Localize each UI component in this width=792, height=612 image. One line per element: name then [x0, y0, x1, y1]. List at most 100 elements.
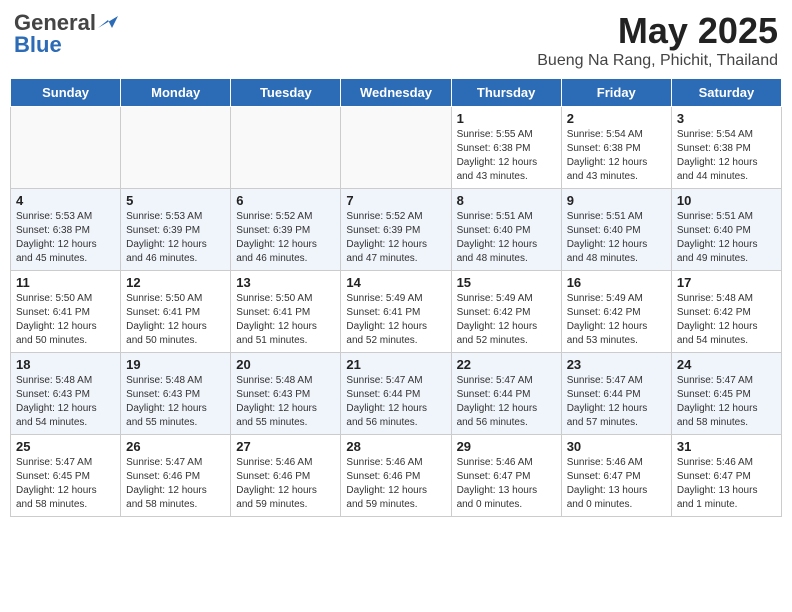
day-number: 3 [677, 111, 776, 126]
weekday-header-monday: Monday [121, 79, 231, 107]
calendar-cell: 20 Sunrise: 5:48 AM Sunset: 6:43 PM Dayli… [231, 353, 341, 435]
calendar-week-row: 4Sunrise: 5:53 AM Sunset: 6:38 PM Daylig… [11, 189, 782, 271]
day-info: Sunrise: 5:48 AM Sunset: 6:43 PM Dayligh… [236, 374, 335, 430]
calendar-cell: 5 Sunrise: 5:53 AM Sunset: 6:39 PM Daylig… [121, 189, 231, 271]
weekday-header-sunday: Sunday [11, 79, 121, 107]
day-info: Sunrise: 5:48 AM Sunset: 6:43 PM Dayligh… [16, 374, 115, 430]
calendar-cell: 30 Sunrise: 5:46 AM Sunset: 6:47 PM Dayli… [561, 435, 671, 517]
calendar-week-row: 25 Sunrise: 5:47 AM Sunset: 6:45 PM Dayli… [11, 435, 782, 517]
day-info: Sunrise: 5:54 AM Sunset: 6:38 PM Dayligh… [567, 128, 666, 184]
day-info: Sunrise: 5:53 AM Sunset: 6:38 PM Dayligh… [16, 210, 115, 266]
weekday-header-row: SundayMondayTuesdayWednesdayThursdayFrid… [11, 79, 782, 107]
calendar-cell: 15Sunrise: 5:49 AM Sunset: 6:42 PM Dayli… [451, 271, 561, 353]
day-info: Sunrise: 5:46 AM Sunset: 6:46 PM Dayligh… [346, 456, 445, 512]
calendar-cell: 14 Sunrise: 5:49 AM Sunset: 6:41 PM Dayli… [341, 271, 451, 353]
weekday-header-thursday: Thursday [451, 79, 561, 107]
calendar-cell [121, 107, 231, 189]
day-info: Sunrise: 5:49 AM Sunset: 6:42 PM Dayligh… [567, 292, 666, 348]
day-info: Sunrise: 5:47 AM Sunset: 6:44 PM Dayligh… [346, 374, 445, 430]
calendar-cell: 19 Sunrise: 5:48 AM Sunset: 6:43 PM Dayli… [121, 353, 231, 435]
calendar-cell: 9Sunrise: 5:51 AM Sunset: 6:40 PM Daylig… [561, 189, 671, 271]
calendar-cell [231, 107, 341, 189]
calendar-cell: 11Sunrise: 5:50 AM Sunset: 6:41 PM Dayli… [11, 271, 121, 353]
calendar-week-row: 18 Sunrise: 5:48 AM Sunset: 6:43 PM Dayli… [11, 353, 782, 435]
day-number: 30 [567, 439, 666, 454]
day-number: 12 [126, 275, 225, 290]
day-number: 21 [346, 357, 445, 372]
day-number: 5 [126, 193, 225, 208]
day-info: Sunrise: 5:48 AM Sunset: 6:43 PM Dayligh… [126, 374, 225, 430]
day-number: 8 [457, 193, 556, 208]
day-info: Sunrise: 5:53 AM Sunset: 6:39 PM Dayligh… [126, 210, 225, 266]
day-info: Sunrise: 5:50 AM Sunset: 6:41 PM Dayligh… [126, 292, 225, 348]
calendar-cell: 6 Sunrise: 5:52 AM Sunset: 6:39 PM Daylig… [231, 189, 341, 271]
day-info: Sunrise: 5:52 AM Sunset: 6:39 PM Dayligh… [346, 210, 445, 266]
calendar-header: SundayMondayTuesdayWednesdayThursdayFrid… [11, 79, 782, 107]
day-number: 19 [126, 357, 225, 372]
calendar-cell: 10 Sunrise: 5:51 AM Sunset: 6:40 PM Dayli… [671, 189, 781, 271]
day-info: Sunrise: 5:46 AM Sunset: 6:46 PM Dayligh… [236, 456, 335, 512]
day-number: 31 [677, 439, 776, 454]
calendar-cell: 31 Sunrise: 5:46 AM Sunset: 6:47 PM Dayli… [671, 435, 781, 517]
weekday-header-tuesday: Tuesday [231, 79, 341, 107]
calendar-cell: 16 Sunrise: 5:49 AM Sunset: 6:42 PM Dayli… [561, 271, 671, 353]
calendar-cell: 28 Sunrise: 5:46 AM Sunset: 6:46 PM Dayli… [341, 435, 451, 517]
day-number: 14 [346, 275, 445, 290]
day-info: Sunrise: 5:49 AM Sunset: 6:41 PM Dayligh… [346, 292, 445, 348]
calendar-cell: 12 Sunrise: 5:50 AM Sunset: 6:41 PM Dayli… [121, 271, 231, 353]
calendar-table: SundayMondayTuesdayWednesdayThursdayFrid… [10, 78, 782, 517]
location-title: Bueng Na Rang, Phichit, Thailand [537, 52, 778, 70]
weekday-header-saturday: Saturday [671, 79, 781, 107]
calendar-cell: 29Sunrise: 5:46 AM Sunset: 6:47 PM Dayli… [451, 435, 561, 517]
logo: General Blue [14, 10, 118, 58]
calendar-cell: 3Sunrise: 5:54 AM Sunset: 6:38 PM Daylig… [671, 107, 781, 189]
day-info: Sunrise: 5:48 AM Sunset: 6:42 PM Dayligh… [677, 292, 776, 348]
calendar-cell: 24 Sunrise: 5:47 AM Sunset: 6:45 PM Dayli… [671, 353, 781, 435]
calendar-cell: 27 Sunrise: 5:46 AM Sunset: 6:46 PM Dayli… [231, 435, 341, 517]
day-number: 2 [567, 111, 666, 126]
day-info: Sunrise: 5:51 AM Sunset: 6:40 PM Dayligh… [457, 210, 556, 266]
calendar-cell: 22Sunrise: 5:47 AM Sunset: 6:44 PM Dayli… [451, 353, 561, 435]
weekday-header-wednesday: Wednesday [341, 79, 451, 107]
day-info: Sunrise: 5:51 AM Sunset: 6:40 PM Dayligh… [567, 210, 666, 266]
day-info: Sunrise: 5:46 AM Sunset: 6:47 PM Dayligh… [567, 456, 666, 512]
day-info: Sunrise: 5:50 AM Sunset: 6:41 PM Dayligh… [236, 292, 335, 348]
calendar-cell: 25 Sunrise: 5:47 AM Sunset: 6:45 PM Dayli… [11, 435, 121, 517]
day-number: 28 [346, 439, 445, 454]
calendar-cell: 26Sunrise: 5:47 AM Sunset: 6:46 PM Dayli… [121, 435, 231, 517]
title-section: May 2025 Bueng Na Rang, Phichit, Thailan… [537, 10, 778, 70]
day-info: Sunrise: 5:47 AM Sunset: 6:44 PM Dayligh… [457, 374, 556, 430]
day-info: Sunrise: 5:46 AM Sunset: 6:47 PM Dayligh… [457, 456, 556, 512]
calendar-cell: 1 Sunrise: 5:55 AM Sunset: 6:38 PM Daylig… [451, 107, 561, 189]
calendar-cell [11, 107, 121, 189]
calendar-cell: 18 Sunrise: 5:48 AM Sunset: 6:43 PM Dayli… [11, 353, 121, 435]
day-number: 27 [236, 439, 335, 454]
day-number: 24 [677, 357, 776, 372]
day-number: 13 [236, 275, 335, 290]
calendar-week-row: 11Sunrise: 5:50 AM Sunset: 6:41 PM Dayli… [11, 271, 782, 353]
calendar-cell: 7 Sunrise: 5:52 AM Sunset: 6:39 PM Daylig… [341, 189, 451, 271]
calendar-week-row: 1 Sunrise: 5:55 AM Sunset: 6:38 PM Daylig… [11, 107, 782, 189]
day-number: 16 [567, 275, 666, 290]
day-number: 6 [236, 193, 335, 208]
day-info: Sunrise: 5:55 AM Sunset: 6:38 PM Dayligh… [457, 128, 556, 184]
day-number: 20 [236, 357, 335, 372]
calendar-cell: 21 Sunrise: 5:47 AM Sunset: 6:44 PM Dayli… [341, 353, 451, 435]
day-number: 10 [677, 193, 776, 208]
day-number: 15 [457, 275, 556, 290]
day-info: Sunrise: 5:47 AM Sunset: 6:45 PM Dayligh… [16, 456, 115, 512]
day-info: Sunrise: 5:47 AM Sunset: 6:46 PM Dayligh… [126, 456, 225, 512]
day-number: 18 [16, 357, 115, 372]
weekday-header-friday: Friday [561, 79, 671, 107]
day-info: Sunrise: 5:47 AM Sunset: 6:44 PM Dayligh… [567, 374, 666, 430]
day-number: 1 [457, 111, 556, 126]
calendar-cell [341, 107, 451, 189]
day-info: Sunrise: 5:52 AM Sunset: 6:39 PM Dayligh… [236, 210, 335, 266]
day-info: Sunrise: 5:47 AM Sunset: 6:45 PM Dayligh… [677, 374, 776, 430]
day-number: 17 [677, 275, 776, 290]
day-number: 25 [16, 439, 115, 454]
day-info: Sunrise: 5:46 AM Sunset: 6:47 PM Dayligh… [677, 456, 776, 512]
day-number: 7 [346, 193, 445, 208]
calendar-cell: 2 Sunrise: 5:54 AM Sunset: 6:38 PM Daylig… [561, 107, 671, 189]
day-info: Sunrise: 5:51 AM Sunset: 6:40 PM Dayligh… [677, 210, 776, 266]
